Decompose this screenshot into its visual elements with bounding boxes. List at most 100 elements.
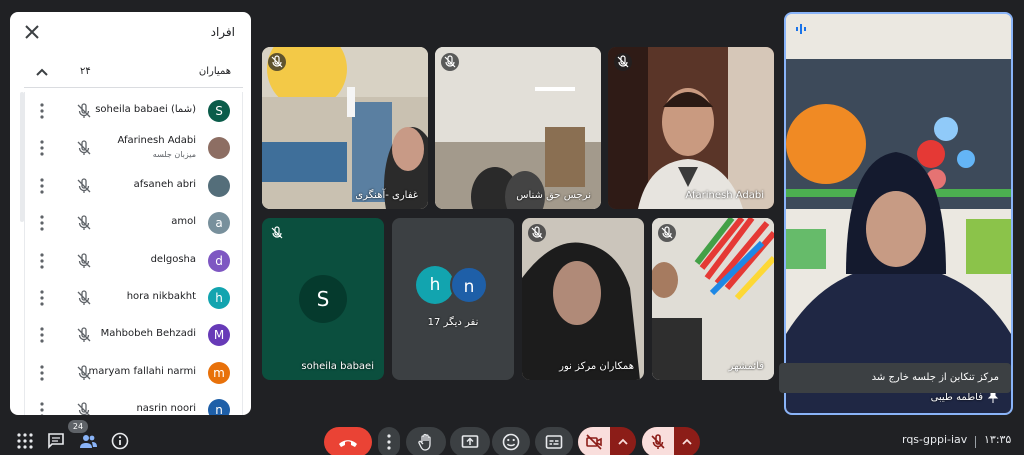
active-speaker-tile[interactable]: فاطمه طیبی bbox=[784, 12, 1013, 415]
mic-control-group bbox=[642, 427, 700, 455]
avatar bbox=[208, 137, 230, 160]
tile-name: Afarinesh Adabi bbox=[685, 190, 764, 201]
participant-row[interactable]: amol a bbox=[25, 204, 242, 241]
mic-off-icon bbox=[271, 226, 283, 239]
mic-toggle-button[interactable] bbox=[642, 427, 674, 455]
present-screen-icon bbox=[461, 435, 479, 448]
participant-row[interactable]: nasrin noori n bbox=[25, 391, 242, 415]
more-vert-icon[interactable] bbox=[39, 139, 45, 157]
mic-off-icon bbox=[77, 140, 91, 156]
more-vert-icon[interactable] bbox=[39, 401, 45, 415]
end-call-button[interactable] bbox=[324, 427, 372, 455]
avatar: h bbox=[416, 266, 454, 304]
participant-name: maryam fallahi narmi bbox=[88, 365, 197, 377]
participant-row[interactable]: maryam fallahi narmi m bbox=[25, 354, 242, 391]
mic-off-icon bbox=[268, 53, 286, 71]
participant-list: soheila babaei (شما) S Afarinesh Adabi میزب… bbox=[24, 92, 243, 415]
captions-button[interactable] bbox=[535, 427, 573, 455]
avatar: h bbox=[208, 286, 230, 309]
chat-icon[interactable] bbox=[47, 432, 65, 450]
people-icon[interactable] bbox=[79, 432, 97, 450]
raise-hand-button[interactable] bbox=[406, 427, 446, 455]
reactions-button[interactable] bbox=[492, 427, 530, 455]
people-panel: افراد ۲۴ همیاران soheila babaei (شما) S Af… bbox=[10, 12, 251, 415]
avatar: n bbox=[450, 266, 488, 304]
section-label: همیاران bbox=[198, 66, 231, 77]
participant-row[interactable]: Mahbobeh Behzadi M bbox=[25, 316, 242, 353]
video-tile-self[interactable]: S soheila babaei bbox=[262, 218, 384, 380]
chevron-up-icon[interactable] bbox=[616, 433, 630, 451]
video-tile[interactable]: قائمشهر bbox=[652, 218, 774, 380]
others-tile[interactable]: h n 17 نفر دیگر bbox=[392, 218, 514, 380]
video-tile[interactable]: Afarinesh Adabi bbox=[608, 47, 774, 209]
info-icon[interactable] bbox=[111, 432, 129, 450]
present-button[interactable] bbox=[450, 427, 490, 455]
participant-name: afsaneh abri bbox=[133, 178, 196, 190]
more-vert-icon[interactable] bbox=[39, 102, 45, 120]
participant-name: hora nikbakht bbox=[126, 290, 196, 302]
chevron-up-icon[interactable] bbox=[680, 433, 694, 451]
audio-level-icon bbox=[796, 24, 806, 34]
mic-off-icon bbox=[77, 252, 91, 268]
video-feed bbox=[435, 47, 601, 209]
more-vert-icon[interactable] bbox=[39, 289, 45, 307]
avatar: m bbox=[208, 361, 230, 384]
participant-row[interactable]: hora nikbakht h bbox=[25, 279, 242, 316]
close-icon[interactable] bbox=[22, 22, 42, 42]
panel-title: افراد bbox=[210, 25, 235, 39]
more-vert-icon[interactable] bbox=[39, 326, 45, 344]
tile-name: غفاری -آهنگری bbox=[355, 190, 418, 201]
avatar: n bbox=[208, 399, 230, 415]
mic-off-icon bbox=[441, 53, 459, 71]
avatar: M bbox=[208, 324, 230, 347]
mic-off-icon bbox=[77, 178, 91, 193]
participant-row[interactable]: afsaneh abri bbox=[25, 167, 242, 204]
section-count: ۲۴ bbox=[80, 66, 91, 77]
participant-row[interactable]: delgosha d bbox=[25, 242, 242, 279]
emoji-icon bbox=[502, 433, 520, 451]
participant-name: soheila babaei (شما) bbox=[95, 104, 196, 115]
more-vert-icon bbox=[387, 434, 391, 450]
video-tile[interactable]: نرجس حق شناس bbox=[435, 47, 601, 209]
video-feed bbox=[652, 218, 774, 380]
more-vert-icon[interactable] bbox=[39, 364, 45, 382]
others-count: 17 نفر دیگر bbox=[427, 317, 479, 328]
avatar bbox=[208, 174, 230, 197]
avatar: S bbox=[208, 100, 230, 122]
video-feed bbox=[608, 47, 774, 209]
camera-off-icon bbox=[586, 434, 602, 450]
divider bbox=[975, 436, 976, 448]
tile-name: soheila babaei bbox=[301, 361, 374, 372]
chevron-up-icon[interactable] bbox=[34, 64, 50, 80]
mic-off-icon bbox=[77, 215, 91, 231]
mic-off-icon bbox=[658, 224, 676, 242]
apps-grid-icon[interactable] bbox=[16, 432, 34, 450]
tile-name: نرجس حق شناس bbox=[516, 190, 591, 201]
tile-name: قائمشهر bbox=[728, 361, 764, 372]
participant-name: Mahbobeh Behzadi bbox=[100, 328, 196, 340]
mic-off-icon bbox=[77, 327, 91, 343]
more-options-button[interactable] bbox=[378, 427, 400, 455]
video-tile[interactable]: همکاران مرکز نور bbox=[522, 218, 644, 380]
mic-off-icon bbox=[77, 103, 91, 118]
clock: ۱۳:۳۵ bbox=[984, 433, 1012, 446]
mic-off-icon bbox=[77, 402, 90, 415]
contributors-section-header[interactable]: ۲۴ همیاران bbox=[24, 60, 243, 88]
more-vert-icon[interactable] bbox=[39, 252, 45, 270]
mic-off-icon bbox=[614, 53, 632, 71]
camera-toggle-button[interactable] bbox=[578, 427, 610, 455]
video-tile[interactable]: غفاری -آهنگری bbox=[262, 47, 428, 209]
hang-up-icon bbox=[339, 440, 357, 447]
notification-toast: مرکز تنکابن از جلسه خارج شد bbox=[779, 363, 1011, 393]
participant-row[interactable]: Afarinesh Adabi میزبان جلسه bbox=[25, 129, 242, 166]
video-feed bbox=[786, 14, 1011, 413]
tile-name: همکاران مرکز نور bbox=[559, 361, 634, 372]
more-vert-icon[interactable] bbox=[39, 177, 45, 195]
mic-off-icon bbox=[77, 290, 91, 305]
participant-row[interactable]: soheila babaei (شما) S bbox=[25, 92, 242, 129]
more-vert-icon[interactable] bbox=[39, 214, 45, 232]
participant-name: Afarinesh Adabi bbox=[117, 135, 196, 147]
participant-name: delgosha bbox=[150, 253, 196, 265]
panel-header: افراد bbox=[10, 12, 251, 52]
participant-name: nasrin noori bbox=[136, 403, 196, 415]
